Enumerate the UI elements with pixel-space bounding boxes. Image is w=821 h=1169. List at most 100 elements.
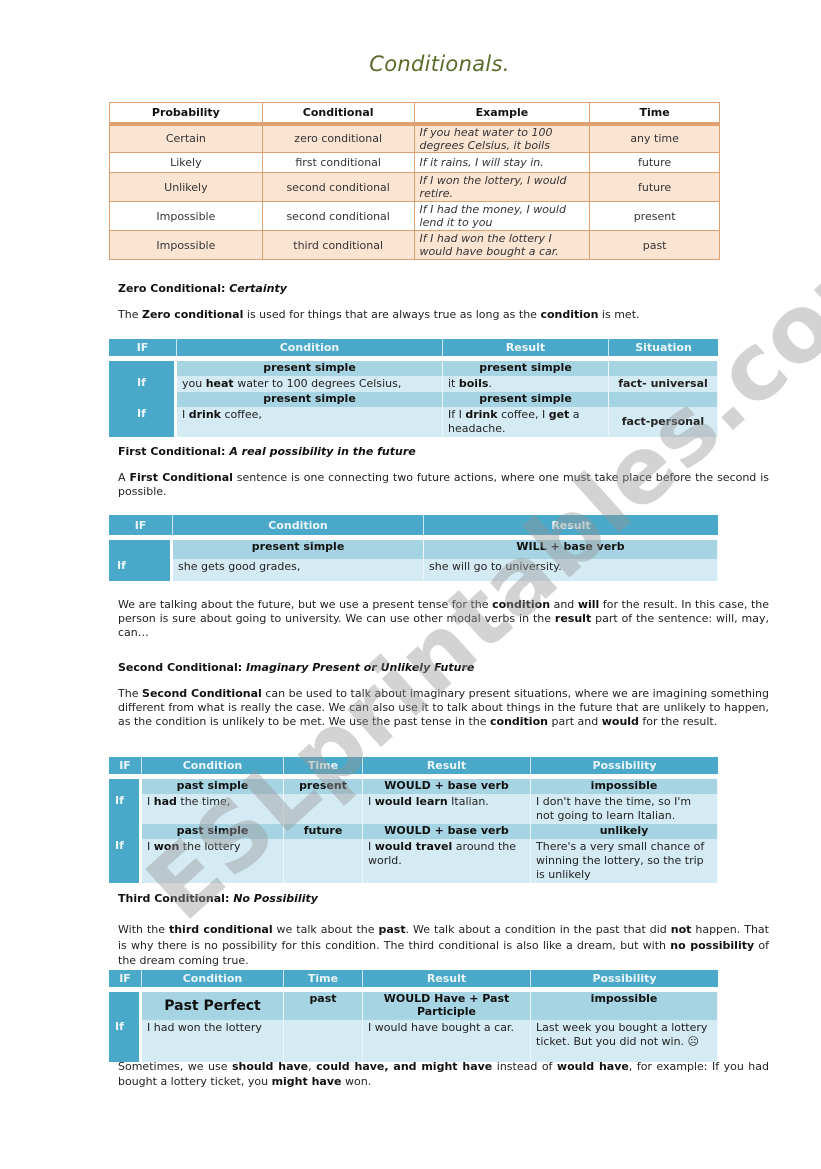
- time-cell: future: [589, 152, 720, 173]
- tense-label: present simple: [177, 361, 443, 376]
- emphasis: would have: [556, 1060, 629, 1073]
- result-cell: she will go to university.: [424, 559, 718, 581]
- conditional-cell: second conditional: [261, 201, 415, 231]
- third-conditional-table: IF Condition Time Result Possibility Pas…: [109, 970, 718, 1062]
- zero-conditional-table: IF Condition Result Situation present si…: [109, 339, 718, 437]
- header-result: Result: [363, 757, 531, 774]
- example-cell: If you heat water to 100 degrees Celsius…: [413, 123, 591, 153]
- condition-cell: I had the time,: [142, 794, 284, 824]
- example-cell: If it rains, I will stay in.: [413, 152, 591, 173]
- emphasis: would learn: [374, 795, 448, 808]
- if-label: If: [109, 407, 177, 437]
- emphasis: won: [153, 840, 180, 853]
- condition-cell: I drink coffee,: [177, 407, 443, 437]
- tense-label: present simple: [443, 361, 609, 376]
- time-cell: past: [589, 230, 720, 260]
- probability-cell: Certain: [109, 123, 263, 153]
- header-if: IF: [109, 515, 173, 535]
- tense-label: WOULD + base verb: [363, 824, 531, 839]
- possibility-label: impossible: [531, 779, 718, 794]
- possibility-cell: There's a very small chance of winning t…: [531, 839, 718, 883]
- header-situation: Situation: [609, 339, 718, 356]
- emphasis: heat: [205, 377, 234, 390]
- tense-label: present simple: [443, 392, 609, 407]
- table-row: Likely first conditional If it rains, I …: [109, 152, 720, 173]
- emphasis: not: [670, 923, 692, 936]
- emphasis: past: [378, 923, 406, 936]
- example-cell: If I had the money, I would lend it to y…: [413, 201, 591, 231]
- emphasis: Zero conditional: [141, 308, 244, 321]
- header-if: IF: [109, 757, 142, 774]
- tense-label: past simple: [142, 779, 284, 794]
- emphasis: no possibility: [670, 938, 755, 952]
- tense-label: WOULD + base verb: [363, 779, 531, 794]
- table-row: If you heat water to 100 degrees Celsius…: [109, 376, 718, 392]
- tense-label: Past Perfect: [142, 992, 284, 1020]
- condition-cell: I had won the lottery: [142, 1020, 284, 1062]
- header-condition: Condition: [142, 970, 284, 987]
- third-conditional-heading: Third Conditional: No Possibility: [118, 892, 318, 905]
- emphasis: would travel: [374, 840, 453, 853]
- result-cell: I would travel around the world.: [363, 839, 531, 883]
- header-condition: Condition: [142, 757, 284, 774]
- result-cell: I would learn Italian.: [363, 794, 531, 824]
- time-cell: any time: [589, 123, 720, 153]
- if-label: If: [109, 559, 173, 581]
- table-row: If I had won the lottery I would have bo…: [109, 1020, 718, 1062]
- table-row: If I drink coffee, If I drink coffee, I …: [109, 407, 718, 437]
- header-conditional: Conditional: [261, 102, 415, 126]
- emphasis: drink: [465, 408, 498, 421]
- time-cell: future: [589, 172, 720, 202]
- header-possibility: Possibility: [531, 757, 718, 774]
- header-result: Result: [424, 515, 718, 535]
- header-if: IF: [109, 339, 177, 356]
- situation-cell: fact-personal: [609, 407, 718, 437]
- table-row: Unlikely second conditional If I won the…: [109, 172, 720, 202]
- header-probability: Probability: [109, 102, 263, 126]
- table-row: If I won the lottery I would travel arou…: [109, 839, 718, 883]
- page-title: Conditionals.: [369, 52, 510, 76]
- tense-label: past simple: [142, 824, 284, 839]
- second-conditional-heading: Second Conditional: Imaginary Present or…: [118, 661, 475, 674]
- result-cell: it boils.: [443, 376, 609, 392]
- emphasis: third conditional: [168, 923, 273, 936]
- if-label: If: [109, 794, 142, 824]
- header-example: Example: [413, 102, 591, 126]
- possibility-cell: I don't have the time, so I'm not going …: [531, 794, 718, 824]
- table-row: If she gets good grades, she will go to …: [109, 559, 718, 581]
- emphasis: condition: [490, 715, 548, 728]
- third-conditional-note: Sometimes, we use should have, could hav…: [118, 1060, 769, 1088]
- tense-label: present simple: [173, 540, 424, 559]
- condition-cell: I won the lottery: [142, 839, 284, 883]
- example-cell: If I won the lottery, I would retire.: [413, 172, 591, 202]
- if-label: If: [109, 1020, 142, 1062]
- tense-label: WILL + base verb: [424, 540, 718, 559]
- emphasis: might have: [271, 1075, 342, 1088]
- time-label: present: [284, 779, 363, 794]
- header-condition: Condition: [173, 515, 424, 535]
- emphasis: boils: [458, 377, 489, 390]
- table-row: If I had the time, I would learn Italian…: [109, 794, 718, 824]
- first-conditional-heading: First Conditional: A real possibility in…: [118, 445, 416, 458]
- situation-cell: fact- universal: [609, 376, 718, 392]
- emphasis: First Conditional: [129, 471, 233, 484]
- if-label: If: [109, 839, 142, 883]
- second-conditional-table: IF Condition Time Result Possibility pas…: [109, 757, 718, 883]
- conditional-cell: third conditional: [261, 230, 415, 260]
- emphasis: result: [554, 612, 592, 625]
- emphasis: would: [601, 715, 639, 728]
- possibility-label: unlikely: [531, 824, 718, 839]
- first-conditional-table: IF Condition Result present simple WILL …: [109, 515, 718, 581]
- probability-cell: Impossible: [109, 230, 263, 260]
- header-possibility: Possibility: [531, 970, 718, 987]
- header-if: IF: [109, 970, 142, 987]
- emphasis: condition: [540, 308, 599, 321]
- probability-cell: Unlikely: [109, 172, 263, 202]
- if-label: If: [109, 376, 177, 392]
- possibility-label: impossible: [531, 992, 718, 1020]
- conditional-cell: second conditional: [261, 172, 415, 202]
- header-time: Time: [284, 970, 363, 987]
- time-label: past: [284, 992, 363, 1020]
- first-conditional-explanation: We are talking about the future, but we …: [118, 598, 769, 639]
- header-time: Time: [589, 102, 720, 126]
